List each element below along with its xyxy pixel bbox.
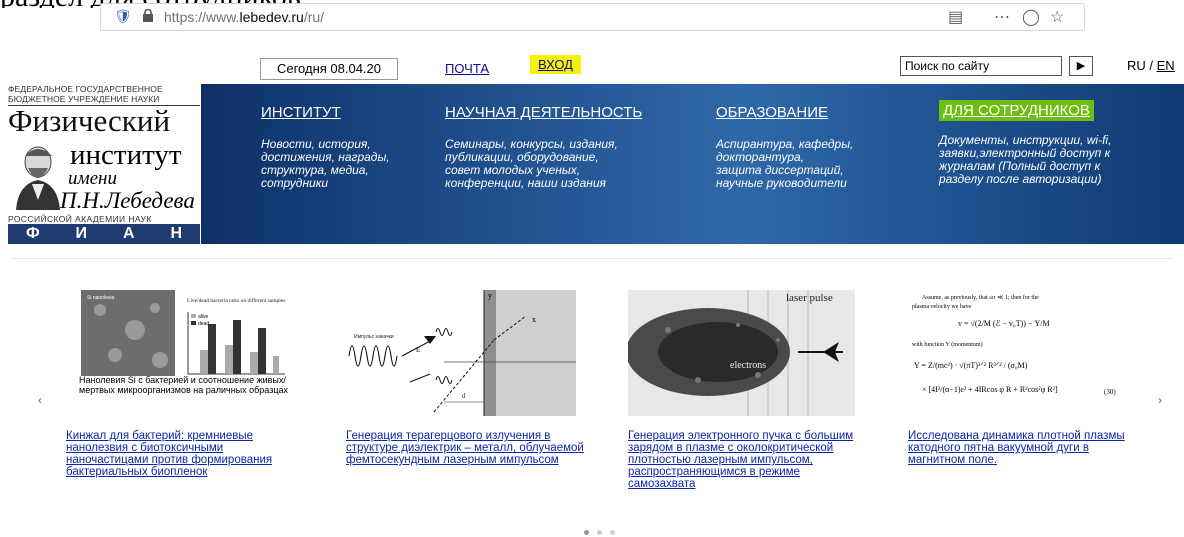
card-3-image[interactable]: laser pulse electrons [626, 290, 855, 416]
today-date: Сегодня 08.04.20 [260, 58, 398, 80]
card-4-text-2: plasma velocity we have [912, 304, 971, 310]
card-2-x-label: x [532, 315, 536, 324]
nav-institute-link[interactable]: ИНСТИТУТ [261, 104, 341, 121]
carousel-prev-button[interactable]: ‹ [38, 393, 42, 407]
nav-institute-desc: Новости, история, достижения, награды, стр… [261, 137, 390, 190]
carousel-dot-2[interactable] [597, 530, 602, 535]
card-2-d-label: d [462, 392, 466, 400]
card-1-chart-title: Live/dead bacteria ratio on different sa… [187, 297, 285, 304]
page: { "header_handwriting": "раздел для сотр… [0, 0, 1184, 537]
card-2-pump-label: Импульс накачки [354, 334, 394, 340]
reader-view-icon[interactable]: ▤ [948, 7, 963, 27]
card-4-eq-1: v = √(2/M (ℰ − v₀T)) − Υ/M [958, 319, 1050, 328]
card-4-eq-number: (30) [1104, 388, 1116, 396]
fian-letter: Ф [25, 225, 40, 242]
carousel-next-button[interactable]: › [1158, 393, 1162, 407]
logo-ran: РОССИЙСКОЙ АКАДЕМИИ НАУК [8, 214, 152, 224]
fian-letter: И [75, 225, 88, 242]
main-nav-banner: ИНСТИТУТ Новости, история, достижения, на… [201, 84, 1184, 244]
fian-letter: А [122, 225, 135, 242]
nav-column-staff: ДЛЯ СОТРУДНИКОВ Документы, инструкции, w… [939, 100, 1112, 186]
card-3-electrons-label: electrons [730, 360, 766, 371]
nav-column-institute: ИНСТИТУТ Новости, история, достижения, на… [261, 104, 390, 190]
lock-icon [143, 9, 153, 22]
logo-title: Физический [8, 103, 171, 138]
logo-imeni: имени [68, 168, 117, 189]
nav-education-desc: Аспирантура, кафедры, докторантура, защита… [716, 137, 854, 190]
fian-logo[interactable]: ФЕДЕРАЛЬНОЕ ГОСУДАРСТВЕННОЕ БЮДЖЕТНОЕ УЧ… [8, 84, 200, 244]
card-4-text-3: with function Υ (momentum) [912, 341, 983, 348]
logo-top-line1: ФЕДЕРАЛЬНОЕ ГОСУДАРСТВЕННОЕ [8, 84, 163, 94]
card-4-text-1: Assume, as previously, that ωτ ≪ 1; then… [922, 294, 1039, 301]
card-1-legend-dead: dead [198, 321, 209, 327]
nav-science-link[interactable]: НАУЧНАЯ ДЕЯТЕЛЬНОСТЬ [445, 104, 642, 121]
lang-en[interactable]: EN [1157, 58, 1175, 73]
fian-abbreviation: Ф И А Н [8, 224, 200, 244]
card-2-link[interactable]: Генерация терагерцового излучения в стру… [346, 430, 586, 466]
divider [10, 258, 1174, 259]
mail-link[interactable]: ПОЧТА [445, 61, 489, 76]
nav-staff-link[interactable]: ДЛЯ СОТРУДНИКОВ [939, 100, 1094, 121]
card-3-figure: laser pulse electrons [626, 290, 855, 416]
search-submit-button[interactable]: ▶ [1069, 56, 1093, 76]
card-1-caption: Нанолевия Si с бактерией и соотношение ж… [79, 375, 288, 395]
card-4-link[interactable]: Исследована динамика плотной плазмы като… [908, 430, 1132, 466]
pocket-icon[interactable]: ◯ [1022, 7, 1040, 27]
card-1-legend-alive: alive [198, 314, 209, 320]
card-4-image[interactable]: Assume, as previously, that ωτ ≪ 1; then… [908, 290, 1132, 416]
carousel-dots [584, 522, 623, 537]
card-4-eq-2: Υ = Z/(mc²) · √(πT)³ᐟ² R³ᐟ² / (σ₀M) [914, 361, 1028, 370]
card-2-y-label: y [488, 291, 492, 300]
card-1-legend-swatch-dead [191, 321, 196, 325]
carousel-dot-3[interactable] [610, 530, 615, 535]
card-2-field-label: E [416, 346, 420, 354]
card-4-eq-3: × [4I²/(α−1)ε² + 4IRcos φ R + R²cos²φ R²… [922, 385, 1058, 394]
lang-separator: / [1145, 58, 1157, 73]
logo-name: П.Н.Лебедева [60, 188, 195, 213]
bookmark-star-icon[interactable]: ☆ [1050, 7, 1064, 27]
login-link[interactable]: ВХОД [530, 55, 581, 74]
tracking-shield-icon[interactable]: 🛡︎ [114, 8, 132, 25]
card-3-laser-label: laser pulse [786, 292, 833, 304]
lang-ru[interactable]: RU [1127, 58, 1146, 73]
card-3-link[interactable]: Генерация электронного пучка с большим з… [628, 430, 868, 490]
lebedev-portrait-icon [16, 146, 60, 210]
site-search-input[interactable]: Поиск по сайту [900, 56, 1062, 76]
nav-science-desc: Семинары, конкурсы, издания, публикации, … [445, 137, 618, 190]
url-text[interactable]: https://www.lebedev.ru/ru/ [164, 9, 324, 25]
nav-education-link[interactable]: ОБРАЗОВАНИЕ [716, 104, 828, 121]
logo-institute: институт [70, 139, 182, 171]
nav-column-science: НАУЧНАЯ ДЕЯТЕЛЬНОСТЬ Семинары, конкурсы,… [445, 104, 642, 190]
card-1-figure: Si nanolevia Live/dead bacteria ratio on… [81, 290, 285, 376]
nav-column-education: ОБРАЗОВАНИЕ Аспирантура, кафедры, доктора… [716, 104, 853, 190]
card-1-legend-swatch-alive [191, 314, 196, 318]
language-switcher: RU / EN [1127, 58, 1175, 73]
card-2-image[interactable]: x y Импульс накачки E d [344, 290, 576, 416]
page-actions-icon[interactable]: ⋯ [994, 7, 1010, 27]
card-1-image[interactable]: Si nanolevia Live/dead bacteria ratio on… [75, 290, 295, 416]
carousel-dot-1[interactable] [584, 530, 589, 535]
card-4-figure: Assume, as previously, that ωτ ≪ 1; then… [908, 290, 1132, 416]
card-1-image-label: Si nanolevia [87, 295, 114, 301]
fian-letter: Н [170, 225, 182, 242]
nav-staff-desc: Документы, инструкции, wi-fi, заявки,элек… [939, 133, 1112, 186]
card-1-link[interactable]: Кинжал для бактерий: кремниевые нанолезв… [66, 430, 306, 478]
card-2-figure: x y Импульс накачки E d [348, 290, 576, 416]
login-link-label: ВХОД [530, 55, 581, 74]
